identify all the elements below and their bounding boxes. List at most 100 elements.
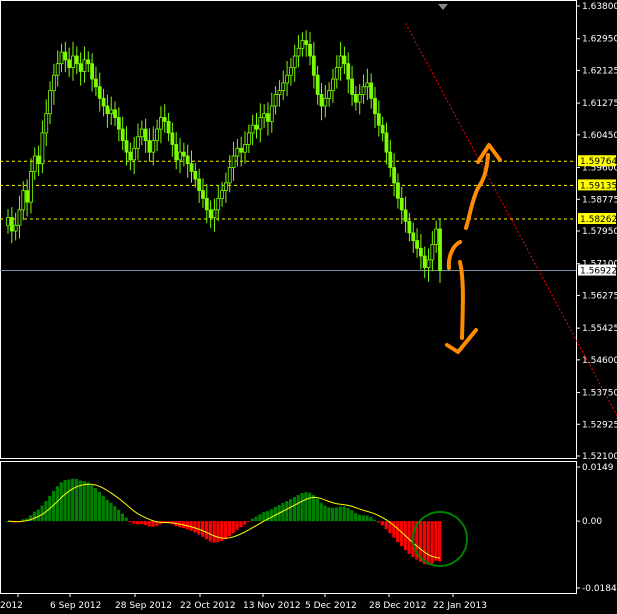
- price-tick-label: 1.58775: [582, 195, 617, 205]
- candle-body: [113, 109, 117, 118]
- level-label: 1.59764: [580, 157, 617, 167]
- candle-body: [51, 74, 56, 92]
- macd-bar: [101, 495, 105, 522]
- macd-bar: [438, 521, 442, 562]
- candle-body: [262, 113, 267, 118]
- candle-body: [319, 94, 324, 107]
- candle-body: [277, 90, 282, 95]
- macd-tick-label: 0.0149: [582, 463, 614, 473]
- candle-body: [399, 197, 404, 211]
- level-label: 1.59135: [580, 181, 617, 191]
- candle-body: [63, 51, 68, 61]
- candle-body: [97, 86, 102, 99]
- macd-bar: [288, 499, 293, 522]
- chart-canvas: 1.638001.629501.621251.612751.604501.596…: [0, 0, 617, 611]
- macd-bar: [113, 506, 117, 522]
- candle-body: [59, 51, 64, 65]
- candle-body: [269, 105, 274, 122]
- macd-bar: [262, 512, 266, 522]
- candle-body: [116, 117, 121, 130]
- macd-bar: [109, 502, 113, 522]
- date-tick-label: 13 Nov 2012: [243, 601, 301, 611]
- macd-bar: [323, 505, 327, 522]
- macd-bar: [243, 521, 247, 525]
- candle-body: [71, 55, 75, 68]
- macd-bar: [319, 502, 323, 522]
- macd-bar: [407, 521, 411, 554]
- price-tick-label: 1.55425: [582, 324, 617, 334]
- macd-bar: [350, 510, 354, 522]
- macd-bar: [380, 521, 384, 526]
- macd-bar: [90, 485, 94, 522]
- candle-body: [220, 190, 224, 199]
- macd-bar: [78, 480, 82, 522]
- candle-body: [128, 151, 133, 161]
- macd-bar: [239, 521, 243, 528]
- macd-bar: [311, 495, 316, 522]
- macd-bar: [285, 501, 289, 522]
- macd-bar: [208, 521, 212, 542]
- macd-bar: [97, 491, 102, 522]
- candle-body: [289, 67, 293, 76]
- candle-body: [136, 136, 140, 149]
- candle-body: [434, 228, 439, 245]
- arrow-down-annotation: [445, 240, 478, 354]
- price-tick-label: 1.54600: [582, 356, 617, 366]
- date-tick-label: 22 Jan 2013: [433, 601, 487, 611]
- candle-body: [174, 144, 179, 161]
- candle-body: [281, 82, 286, 92]
- macd-bar: [250, 518, 254, 522]
- candle-body: [231, 155, 236, 168]
- candle-body: [204, 197, 209, 211]
- macd-bar: [201, 521, 205, 537]
- macd-bar: [147, 521, 151, 527]
- candle-body: [315, 74, 320, 95]
- candle-body: [6, 217, 10, 226]
- candle-body: [29, 170, 33, 203]
- candle-body: [44, 113, 49, 134]
- candle-body: [304, 40, 309, 45]
- candle-body: [292, 55, 297, 68]
- macd-bar: [224, 521, 228, 540]
- candle-body: [82, 59, 87, 72]
- candle-body: [250, 124, 255, 134]
- candle-body: [384, 132, 389, 153]
- candle-body: [170, 132, 175, 145]
- macd-bar: [369, 517, 373, 522]
- candle-body: [216, 197, 221, 211]
- macd-bar: [357, 514, 362, 522]
- candle-body: [426, 259, 431, 268]
- macd-bar: [212, 521, 216, 543]
- candle-body: [101, 97, 106, 107]
- candle-body: [296, 47, 301, 57]
- macd-bar: [86, 482, 90, 522]
- candle-body: [266, 113, 270, 122]
- candle-body: [407, 220, 412, 234]
- candle-body: [94, 78, 98, 88]
- macd-bar: [304, 492, 308, 522]
- macd-bar: [82, 481, 86, 522]
- macd-bar: [365, 515, 369, 522]
- macd-bar: [422, 521, 427, 565]
- candle-body: [254, 124, 259, 130]
- candle-body: [197, 178, 202, 192]
- macd-bar: [315, 498, 319, 522]
- candle-body: [235, 147, 240, 157]
- date-tick-label: 28 Sep 2012: [115, 601, 172, 611]
- price-tick-label: 1.52100: [582, 452, 617, 462]
- macd-bar: [136, 521, 140, 525]
- candle-body: [159, 117, 163, 130]
- macd-bar: [128, 521, 132, 523]
- candle-body: [166, 120, 171, 134]
- candle-body: [342, 55, 347, 65]
- price-tick-label: 1.57950: [582, 227, 617, 237]
- candle-body: [124, 140, 129, 153]
- candle-body: [300, 40, 305, 49]
- macd-bar: [246, 521, 251, 523]
- macd-bar: [361, 515, 365, 522]
- candle-body: [361, 86, 366, 95]
- candle-body: [189, 163, 194, 172]
- scroll-marker-icon[interactable]: [438, 4, 448, 10]
- date-tick-label: 22 Oct 2012: [180, 601, 236, 611]
- macd-bar: [327, 507, 331, 522]
